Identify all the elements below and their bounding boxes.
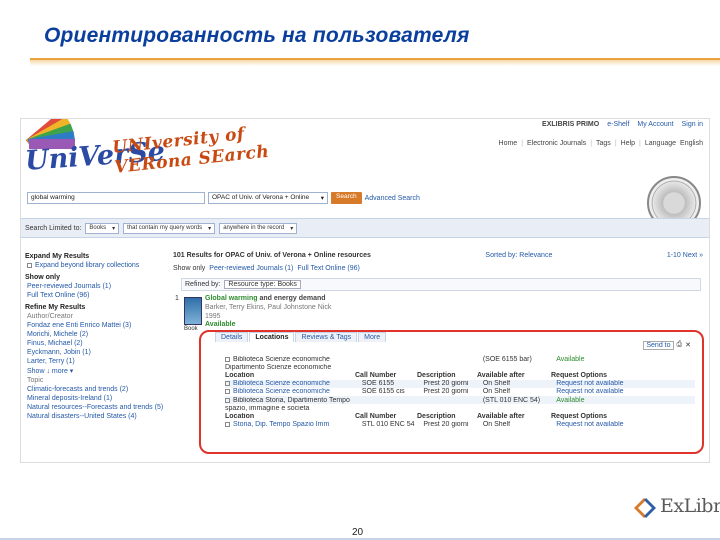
topic-label: Topic bbox=[27, 377, 44, 384]
record-year: 1995 bbox=[205, 312, 221, 320]
facet-author[interactable]: Fondaz ene Enti Enrico Mattei (3) bbox=[25, 322, 167, 329]
eshelf-link[interactable]: e-Shelf bbox=[607, 121, 629, 128]
facet-topic[interactable]: Natural resources--Forecasts and trends … bbox=[25, 404, 167, 411]
my-account-link[interactable]: My Account bbox=[637, 121, 673, 128]
nav-tags[interactable]: Tags bbox=[596, 140, 611, 147]
record-authors: Barker, Terry Ekins, Paul Johnstone Nick bbox=[205, 303, 332, 311]
refined-by-bar: Refined by: Resource type: Books bbox=[181, 278, 701, 291]
field-select[interactable]: anywhere in the record ▾ bbox=[219, 222, 298, 234]
author-label: Author/Creator bbox=[27, 313, 73, 320]
chevron-down-icon: ▾ bbox=[290, 225, 294, 232]
top-nav: Home | Electronic Journals | Tags | Help | L… bbox=[498, 140, 703, 147]
checkbox-icon bbox=[27, 262, 32, 268]
nav-home[interactable]: Home bbox=[499, 140, 518, 147]
search-bar: global warming OPAC of Univ. of Verona +… bbox=[27, 192, 420, 204]
exlibris-mark-icon bbox=[634, 498, 656, 518]
facet-author[interactable]: Morichi, Michele (2) bbox=[25, 331, 167, 338]
record-title[interactable]: Global warming and energy demand bbox=[205, 295, 545, 304]
facet-peer-reviewed[interactable]: Peer-reviewed Journals (1) bbox=[25, 283, 167, 290]
search-button[interactable]: Search bbox=[331, 192, 362, 204]
show-only-full-text-link[interactable]: Full Text Online (96) bbox=[297, 265, 360, 272]
refine-heading: Refine My Results bbox=[25, 304, 86, 311]
facets-sidebar: Expand My Results Expand beyond library … bbox=[25, 248, 167, 420]
result-record: Global warming and energy demand Barker,… bbox=[205, 295, 545, 330]
results-show-only: Show only Peer-reviewed Journals (1) Ful… bbox=[173, 265, 360, 272]
facet-topic[interactable]: Natural disasters--United States (4) bbox=[25, 413, 167, 420]
results-count: 101 Results for OPAC of Univ. of Verona … bbox=[173, 252, 371, 259]
slide-title: Ориентированность на пользователя bbox=[44, 24, 470, 47]
chevron-down-icon: ▾ bbox=[208, 225, 212, 232]
expand-beyond-checkbox[interactable]: Expand beyond library collections bbox=[25, 262, 167, 269]
scope-select[interactable]: OPAC of Univ. of Verona + Online ▾ bbox=[208, 192, 328, 204]
exlibris-wordmark: ExLibris bbox=[660, 495, 720, 517]
universe-logo[interactable]: UniVerSe UNIversity of VERona SEarch bbox=[23, 119, 323, 187]
search-limits-row: Search Limited to: Books ▾ that contain m… bbox=[21, 218, 709, 238]
nav-language[interactable]: Language bbox=[645, 140, 676, 147]
search-input[interactable]: global warming bbox=[27, 192, 205, 204]
nav-english[interactable]: English bbox=[680, 140, 703, 147]
sign-in-link[interactable]: Sign in bbox=[682, 121, 703, 128]
sort-select[interactable]: Sorted by: Relevance bbox=[485, 252, 552, 259]
facet-author[interactable]: Finus, Michael (2) bbox=[25, 340, 167, 347]
facet-author[interactable]: Eyckmann, Jobin (1) bbox=[25, 349, 167, 356]
record-availability[interactable]: Available bbox=[205, 321, 545, 330]
facet-topic[interactable]: Climatic-forecasts and trends (2) bbox=[25, 386, 167, 393]
record-index: 1 bbox=[175, 295, 179, 302]
show-only-heading: Show only bbox=[25, 274, 60, 281]
chevron-down-icon: ▾ bbox=[112, 225, 116, 232]
show-only-label: Show only bbox=[173, 265, 206, 272]
facet-full-text[interactable]: Full Text Online (96) bbox=[25, 292, 167, 299]
brand-row: EXLIBRIS PRIMO e-Shelf My Account Sign i… bbox=[542, 121, 703, 128]
refined-by-label: Refined by: bbox=[185, 281, 221, 288]
pagination[interactable]: 1-10 Next » bbox=[667, 252, 703, 259]
scope-value: OPAC of Univ. of Verona + Online bbox=[212, 194, 310, 201]
title-gradient bbox=[30, 60, 720, 66]
exlibris-logo: ExLibris bbox=[632, 489, 720, 529]
highlight-outline bbox=[199, 330, 704, 454]
results-header: 101 Results for OPAC of Univ. of Verona … bbox=[173, 252, 703, 259]
chevron-down-icon: ▾ bbox=[320, 195, 324, 202]
nav-help[interactable]: Help bbox=[621, 140, 635, 147]
expand-heading: Expand My Results bbox=[25, 253, 90, 260]
advanced-search-link[interactable]: Advanced Search bbox=[365, 195, 420, 202]
brand-primo: EXLIBRIS PRIMO bbox=[542, 121, 600, 128]
facet-author[interactable]: Larter, Terry (1) bbox=[25, 358, 167, 365]
limits-label: Search Limited to: bbox=[25, 224, 82, 232]
record-type: Book bbox=[184, 326, 198, 332]
show-more-link[interactable]: Show ↓ more ▾ bbox=[25, 367, 167, 375]
page-number: 20 bbox=[352, 527, 364, 538]
logo-tagline-text: UNIversity of VERona SEarch bbox=[111, 124, 271, 178]
book-cover-image[interactable] bbox=[184, 297, 202, 325]
material-select[interactable]: Books ▾ bbox=[85, 222, 120, 234]
facet-topic[interactable]: Mineral deposits-Ireland (1) bbox=[25, 395, 167, 402]
show-only-peer-link[interactable]: Peer-reviewed Journals (1) bbox=[209, 265, 293, 272]
nav-electronic-journals[interactable]: Electronic Journals bbox=[527, 140, 586, 147]
refined-tag[interactable]: Resource type: Books bbox=[224, 280, 301, 289]
match-select[interactable]: that contain my query words ▾ bbox=[123, 222, 216, 234]
